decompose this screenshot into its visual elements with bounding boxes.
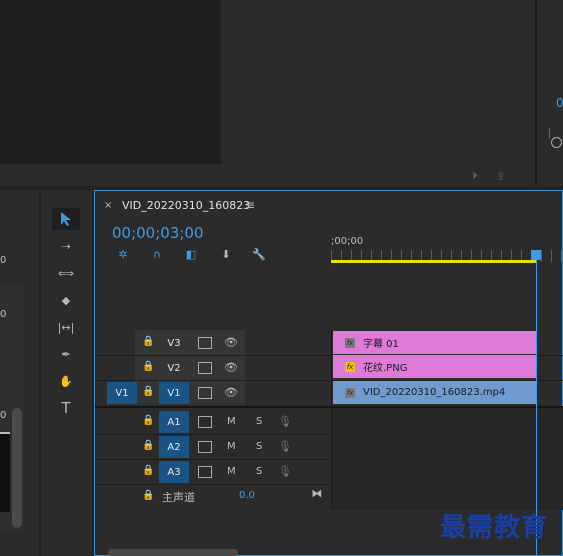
close-tab-icon[interactable]: × <box>104 200 112 211</box>
selection-arrow-icon <box>61 212 71 226</box>
track-lock-icon[interactable]: 🔒 <box>142 336 154 347</box>
right-circle-icon[interactable] <box>551 137 562 148</box>
clip-name: 字幕 01 <box>363 339 399 350</box>
mute-button[interactable]: M <box>227 466 236 477</box>
solo-button[interactable]: S <box>256 416 262 427</box>
right-slider[interactable] <box>549 128 550 138</box>
clip-name: VID_20220310_160823.mp4 <box>363 387 506 398</box>
export-frame-icon[interactable]: ⏵ <box>467 169 483 183</box>
film-icon[interactable] <box>198 362 212 374</box>
mute-button[interactable]: M <box>227 416 236 427</box>
nest-sequence-icon[interactable]: ✲ <box>114 245 132 263</box>
eye-icon[interactable]: 👁 <box>222 359 240 375</box>
clip-video[interactable]: fx VID_20220310_160823.mp4 <box>333 381 536 404</box>
film-icon[interactable] <box>198 337 212 349</box>
track-area-bg <box>331 408 563 510</box>
project-frag-2: 0 <box>0 309 7 320</box>
time-ruler-label: ;00;00 <box>331 236 364 247</box>
eye-icon[interactable]: 👁 <box>222 334 240 350</box>
microphone-icon[interactable]: 🎙 <box>278 439 292 453</box>
film-icon[interactable] <box>198 466 212 478</box>
hand-tool-icon[interactable]: ✋ <box>56 372 76 390</box>
playhead-handle[interactable] <box>531 250 541 260</box>
track-lock-icon[interactable]: 🔒 <box>142 361 154 372</box>
right-timecode: 0 <box>556 96 563 110</box>
watermark: 最需教育 <box>440 513 549 543</box>
source-patch-v1[interactable]: V1 <box>107 382 137 404</box>
track-v2-label[interactable]: V2 <box>159 357 189 379</box>
fx-badge: fx <box>345 387 355 398</box>
track-lock-icon[interactable]: 🔒 <box>142 440 154 451</box>
track-select-tool-icon[interactable]: ⇢ <box>56 237 76 255</box>
track-lock-icon[interactable]: 🔒 <box>142 490 154 501</box>
timeline-settings-icon[interactable]: 🔧 <box>250 245 268 263</box>
master-track-label: 主声道 <box>162 491 195 504</box>
film-icon[interactable] <box>198 441 212 453</box>
razor-tool-icon[interactable]: ◆ <box>56 291 76 309</box>
go-to-end-icon[interactable]: ⧓ <box>309 486 325 500</box>
microphone-icon[interactable]: 🎙 <box>278 414 292 428</box>
timeline-tab-title[interactable]: VID_20220310_160823 <box>122 199 250 212</box>
fx-badge: fx <box>345 337 355 348</box>
right-panel <box>537 0 563 186</box>
solo-button[interactable]: S <box>256 441 262 452</box>
film-icon[interactable] <box>198 416 212 428</box>
playhead-timecode[interactable]: 00;00;03;00 <box>112 224 204 242</box>
track-v1-label[interactable]: V1 <box>159 382 189 404</box>
project-scrollbar[interactable] <box>12 408 22 528</box>
track-a3-label[interactable]: A3 <box>159 461 189 483</box>
header-divider <box>331 330 332 510</box>
project-thumbnail[interactable] <box>0 432 10 512</box>
add-marker-icon[interactable]: ⬇ <box>217 245 235 263</box>
slip-tool-icon[interactable]: |↔| <box>56 318 76 336</box>
source-monitor-preview <box>0 0 221 164</box>
clip-title[interactable]: fx 字幕 01 <box>333 331 536 354</box>
track-lock-icon[interactable]: 🔒 <box>142 415 154 426</box>
work-area-bar[interactable] <box>331 260 536 263</box>
selection-tool[interactable] <box>52 208 80 230</box>
fx-badge: fx <box>345 361 355 372</box>
share-icon[interactable]: ⇪ <box>493 169 509 183</box>
track-v3-label[interactable]: V3 <box>159 332 189 354</box>
horizontal-scrollbar[interactable] <box>108 549 238 556</box>
master-volume-value[interactable]: 0.0 <box>239 490 255 501</box>
clip-name: 花纹.PNG <box>363 363 408 374</box>
project-frag-1: 0 <box>0 255 7 266</box>
eye-icon[interactable]: 👁 <box>222 384 240 400</box>
type-tool-icon[interactable]: T <box>56 399 76 417</box>
mute-button[interactable]: M <box>227 441 236 452</box>
panel-menu-icon[interactable]: ≡ <box>245 198 255 212</box>
linked-selection-icon[interactable]: ◧ <box>182 245 200 263</box>
track-a1-label[interactable]: A1 <box>159 411 189 433</box>
track-lock-icon[interactable]: 🔒 <box>142 386 154 397</box>
ripple-edit-tool-icon[interactable]: ⟺ <box>56 264 76 282</box>
microphone-icon[interactable]: 🎙 <box>278 464 292 478</box>
snap-icon[interactable]: ∩ <box>148 245 166 263</box>
track-lock-icon[interactable]: 🔒 <box>142 465 154 476</box>
project-frag-3: 0 <box>0 410 7 421</box>
pen-tool-icon[interactable]: ✒ <box>56 345 76 363</box>
clip-image[interactable]: fx 花纹.PNG <box>333 355 536 378</box>
solo-button[interactable]: S <box>256 466 262 477</box>
film-icon[interactable] <box>198 387 212 399</box>
track-a2-label[interactable]: A2 <box>159 436 189 458</box>
